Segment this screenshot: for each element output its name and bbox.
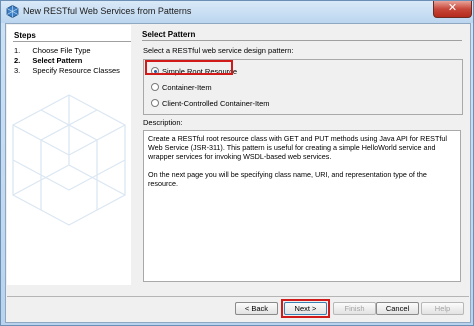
section-title: Select Pattern: [142, 30, 196, 39]
steps-panel: Steps 1. Choose File Type 2. Select Patt…: [7, 25, 131, 285]
help-button[interactable]: Help: [421, 302, 464, 315]
close-icon: ✕: [447, 2, 458, 14]
close-button[interactable]: ✕: [433, 1, 472, 18]
step-select-pattern: 2. Select Pattern: [14, 56, 82, 65]
next-button-highlight: [281, 299, 330, 318]
description-paragraph: On the next page you will be specifying …: [148, 170, 427, 188]
title-bar[interactable]: New RESTful Web Services from Patterns ✕: [1, 1, 473, 23]
back-button[interactable]: < Back: [235, 302, 278, 315]
steps-heading: Steps: [14, 31, 36, 40]
radio-option-client-controlled-container-item[interactable]: Client-Controlled Container-Item: [151, 97, 270, 109]
wizard-content: Steps 1. Choose File Type 2. Select Patt…: [5, 23, 471, 323]
netbeans-app-icon: [6, 5, 19, 18]
button-bar-divider: [7, 296, 469, 297]
window-title: New RESTful Web Services from Patterns: [23, 6, 192, 16]
step-choose-file-type: 1. Choose File Type: [14, 46, 91, 55]
finish-button[interactable]: Finish: [333, 302, 376, 315]
decorative-cube-graphic: [12, 94, 126, 226]
radio-button[interactable]: [151, 99, 159, 107]
step-label: Choose File Type: [32, 46, 91, 55]
step-specify-resource-classes: 3. Specify Resource Classes: [14, 66, 120, 75]
description-paragraph: Create a RESTful root resource class wit…: [148, 134, 447, 161]
step-number: 3.: [14, 66, 21, 75]
wizard-window: New RESTful Web Services from Patterns ✕…: [0, 0, 474, 326]
radio-button[interactable]: [151, 83, 159, 91]
pattern-prompt-label: Select a RESTful web service design patt…: [143, 46, 294, 55]
section-divider: [142, 40, 462, 41]
step-number: 1.: [14, 46, 21, 55]
radio-option-container-item[interactable]: Container-Item: [151, 81, 212, 93]
description-label: Description:: [143, 118, 183, 127]
description-text-area: Create a RESTful root resource class wit…: [143, 130, 461, 282]
select-pattern-panel: Select Pattern Select a RESTful web serv…: [136, 24, 470, 294]
step-label: Specify Resource Classes: [32, 66, 120, 75]
selected-option-highlight: [145, 60, 233, 75]
step-label: Select Pattern: [32, 56, 83, 65]
radio-option-label[interactable]: Container-Item: [162, 83, 212, 92]
radio-option-label[interactable]: Client-Controlled Container-Item: [162, 99, 270, 108]
steps-divider: [13, 41, 131, 42]
cancel-button[interactable]: Cancel: [376, 302, 419, 315]
step-number: 2.: [14, 56, 21, 65]
